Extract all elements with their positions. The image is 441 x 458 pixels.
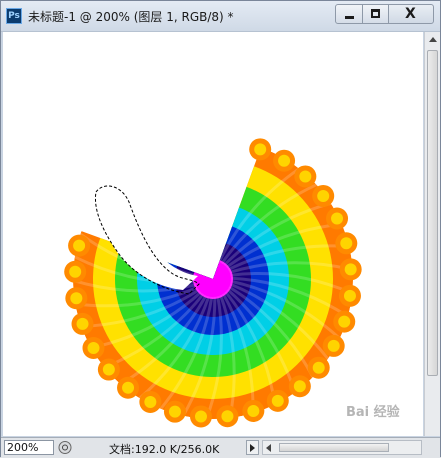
minimize-button[interactable] [335,4,363,24]
document-title: 未标题-1 @ 200% (图层 1, RGB/8) * [28,10,234,24]
document-window: Ps 未标题-1 @ 200% (图层 1, RGB/8) * X 200% 文… [0,0,441,458]
close-icon: X [405,6,416,22]
watermark: Bai 经验 [346,405,400,420]
horizontal-scrollbar[interactable] [262,440,422,455]
status-menu-arrow-icon[interactable] [246,440,259,455]
status-bar: 200% 文档:192.0 K/256.0K [1,437,440,458]
close-button[interactable]: X [388,4,434,24]
minimize-icon [345,16,354,19]
horizontal-scroll-thumb[interactable] [279,443,389,452]
maximize-icon [371,9,380,18]
vertical-scrollbar[interactable] [424,32,440,436]
spiral-artwork [64,138,362,428]
vertical-scroll-thumb[interactable] [427,50,438,376]
document-canvas[interactable] [3,32,423,436]
status-info-icon[interactable] [57,440,73,455]
scroll-left-icon[interactable] [266,444,271,452]
maximize-button[interactable] [362,4,389,24]
scroll-up-icon[interactable] [429,37,437,42]
zoom-input[interactable]: 200% [4,440,54,455]
title-bar[interactable]: Ps 未标题-1 @ 200% (图层 1, RGB/8) * X [1,1,440,32]
document-size-info: 文档:192.0 K/256.0K [109,443,220,456]
photoshop-icon: Ps [6,8,22,24]
